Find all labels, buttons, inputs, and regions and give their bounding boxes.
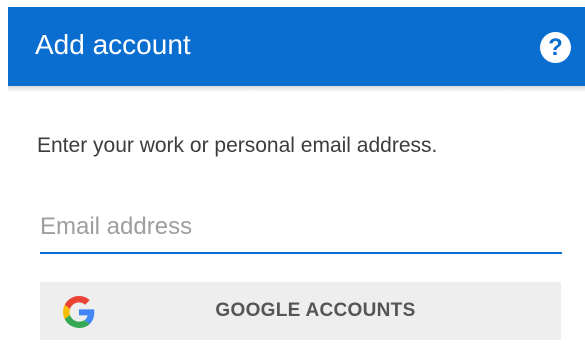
google-accounts-button[interactable]: GOOGLE ACCOUNTS <box>40 282 561 340</box>
google-accounts-label: GOOGLE ACCOUNTS <box>215 300 416 321</box>
help-icon[interactable]: ? <box>540 32 571 63</box>
email-input[interactable] <box>40 202 562 254</box>
app-bar: Add account ? <box>8 7 585 86</box>
status-strip <box>0 0 585 7</box>
page-title: Add account <box>35 29 191 60</box>
email-prompt-text: Enter your work or personal email addres… <box>37 134 438 157</box>
app-bar-shadow <box>8 86 585 92</box>
